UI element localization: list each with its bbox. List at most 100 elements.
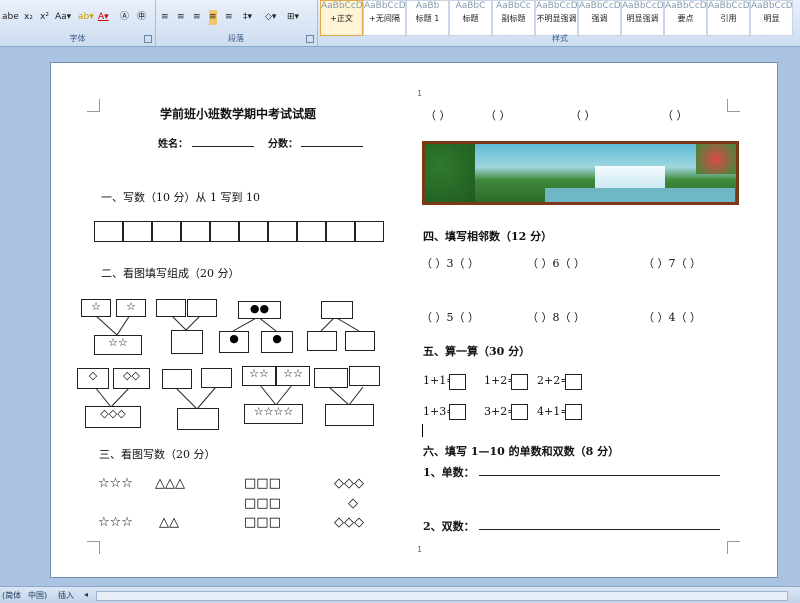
style-3[interactable]: AaBbC 标题 (449, 0, 492, 36)
status-insert-mode[interactable]: 插入 (58, 590, 74, 601)
answer-box[interactable] (345, 331, 375, 351)
adjacent-item: （ ）5（ ） (421, 311, 479, 324)
style-sample: AaBbCcDd (751, 1, 792, 11)
style-2[interactable]: AaBb 标题 1 (406, 0, 449, 36)
diamonds-row: ◇◇◇ (334, 515, 364, 530)
diamonds-row: ◇ (348, 496, 358, 511)
style-5[interactable]: AaBbCcDd 不明显强调 (535, 0, 578, 36)
enclose-char-icon[interactable]: ㊥ (137, 10, 146, 25)
style-sample: AaBbCcDd (364, 1, 405, 11)
paragraph-dialog-launcher[interactable] (306, 35, 314, 43)
answer-box[interactable] (201, 368, 232, 388)
styles-group-label: 样式 (552, 34, 568, 43)
line-spacing-icon[interactable]: ‡▾ (243, 10, 252, 25)
borders-icon[interactable]: ⊞▾ (287, 10, 299, 25)
align-center-icon[interactable]: ≡ (177, 10, 185, 25)
calc-answer-box[interactable] (449, 404, 466, 420)
tree-shape (425, 144, 475, 202)
horizontal-scrollbar[interactable] (96, 591, 788, 601)
char-border-icon[interactable]: Ⓐ (120, 10, 129, 25)
stars-row: ☆☆☆ (98, 476, 133, 491)
adjacent-item: （ ）4（ ） (643, 311, 701, 324)
style-8[interactable]: AaBbCcDd 要点 (664, 0, 707, 36)
change-case-button[interactable]: Aa▾ (55, 10, 71, 25)
answer-box[interactable] (177, 408, 219, 430)
style-sample: AaBbCcDd (665, 1, 706, 11)
calc-answer-box[interactable] (511, 404, 528, 420)
style-name: +正文 (330, 14, 353, 23)
calc-answer-box[interactable] (565, 374, 582, 390)
answer-box[interactable] (162, 369, 192, 389)
adjacent-item: （ ）8（ ） (527, 311, 585, 324)
shading-icon[interactable]: ◇▾ (265, 10, 276, 25)
answer-box[interactable] (325, 404, 374, 426)
composition-box: ☆☆☆☆ (244, 404, 303, 424)
styles-gallery: AaBbCcDd+正文AaBbCcDd+无间隔AaBb标题 1AaBbC标题Aa… (320, 0, 800, 46)
answer-box[interactable] (321, 301, 353, 319)
status-language-region[interactable]: 中国) (28, 590, 47, 601)
subscript-button[interactable]: x₂ (24, 10, 33, 25)
even-answer-line[interactable] (479, 529, 720, 530)
calc-answer-box[interactable] (565, 404, 582, 420)
q5-heading: 五、算一算（30 分） (423, 345, 531, 358)
style-name: 要点 (677, 14, 694, 23)
composition-box: ◇◇◇ (85, 406, 141, 428)
squares-row: □□□ (244, 515, 281, 530)
answer-box[interactable] (156, 299, 186, 317)
calc-answer-box[interactable] (449, 374, 466, 390)
style-9[interactable]: AaBbCcDd 引用 (707, 0, 750, 36)
style-sample: AaBbCcDd (536, 1, 577, 11)
composition-box: ● (261, 331, 293, 353)
style-sample: AaBbC (455, 1, 486, 11)
superscript-button[interactable]: x² (40, 10, 49, 25)
q6-heading: 六、填写 1—10 的单数和双数（8 分） (423, 445, 620, 458)
composition-box: ◇ (77, 368, 109, 389)
document-page[interactable]: 1 1 学前班小班数学期中考试试题 姓名： 分数： 一、写数（10 分）从 1 … (50, 62, 778, 578)
style-sample: AaBbCcDd (321, 1, 362, 11)
answer-box[interactable] (307, 331, 337, 351)
style-name: 不明显强调 (536, 14, 577, 23)
calc-answer-box[interactable] (511, 374, 528, 390)
composition-box: ☆☆ (242, 366, 276, 386)
font-dialog-launcher[interactable] (144, 35, 152, 43)
style-name: 副标题 (501, 14, 526, 23)
style-10[interactable]: AaBbCcDd 明显 (750, 0, 793, 36)
odd-label: 1、单数： (423, 466, 475, 479)
top-paren: （ ） (425, 109, 451, 122)
odd-answer-line[interactable] (479, 475, 720, 476)
align-right-icon[interactable]: ≡ (193, 10, 201, 25)
composition-box: ● (219, 331, 249, 353)
style-name: 标题 1 (415, 14, 440, 23)
landscape-image (422, 141, 739, 205)
flower-shape (696, 144, 736, 174)
composition-box: ●● (238, 301, 281, 319)
style-1[interactable]: AaBbCcDd +无间隔 (363, 0, 406, 36)
highlight-button[interactable]: ab▾ (78, 10, 94, 25)
answer-box[interactable] (314, 368, 348, 388)
strikethrough-button[interactable]: abe (2, 10, 19, 25)
align-left-icon[interactable]: ≡ (161, 10, 169, 25)
adjacent-item: （ ）7（ ） (643, 257, 701, 270)
style-name: 标题 (462, 14, 479, 23)
triangles-row: △△ (159, 515, 179, 530)
answer-box[interactable] (187, 299, 217, 317)
style-0[interactable]: AaBbCcDd +正文 (320, 0, 363, 36)
even-label: 2、双数： (423, 520, 475, 533)
answer-box[interactable] (171, 330, 203, 354)
style-6[interactable]: AaBbCcDd 强调 (578, 0, 621, 36)
top-paren: （ ） (570, 109, 596, 122)
style-7[interactable]: AaBbCcDd 明显强调 (621, 0, 664, 36)
font-color-button[interactable]: A▾ (98, 10, 109, 25)
style-sample: AaBbCcDd (708, 1, 749, 11)
justify-icon[interactable]: ≡ (209, 10, 217, 25)
style-name: 明显强调 (626, 14, 659, 23)
ribbon: abe x₂ x² Aa▾ ab▾ A▾ Ⓐ ㊥ 字体 ≡ ≡ ≡ ≡ ≡ ‡▾… (0, 0, 800, 47)
paragraph-group-label: 段落 (228, 34, 244, 43)
style-sample: AaBb (415, 1, 440, 11)
answer-box[interactable] (349, 366, 380, 386)
scroll-left-icon[interactable]: ◂ (84, 590, 88, 599)
style-4[interactable]: AaBbCc 副标题 (492, 0, 535, 36)
distributed-icon[interactable]: ≡ (225, 10, 233, 25)
style-name: +无间隔 (369, 14, 400, 23)
status-language[interactable]: (简体 (2, 590, 21, 601)
